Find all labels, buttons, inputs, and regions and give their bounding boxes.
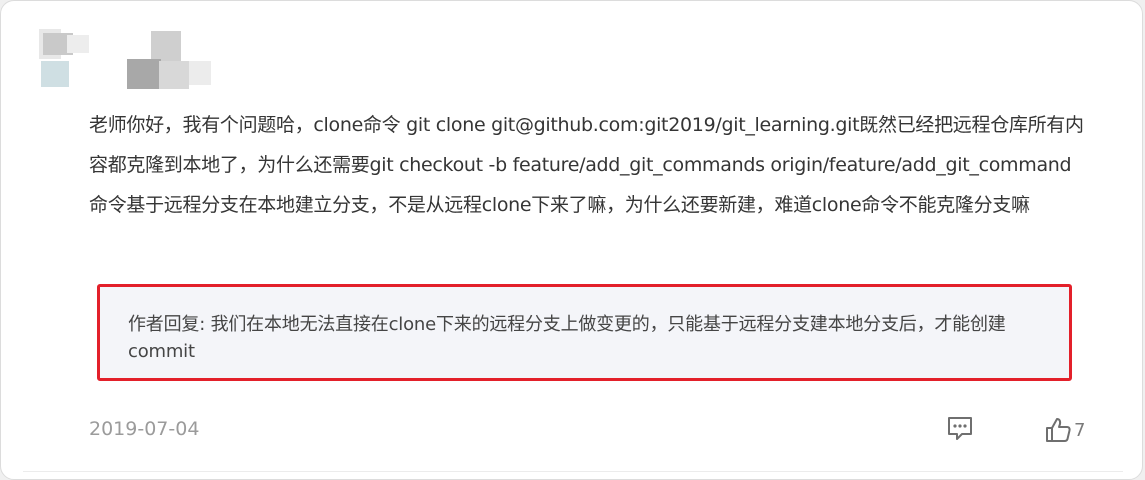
comment-bubble-icon [948, 417, 972, 440]
divider [23, 471, 1123, 472]
author-reply-text: 作者回复: 我们在本地无法直接在clone下来的远程分支上做变更的，只能基于远程… [128, 314, 1006, 362]
comment-date: 2019-07-04 [89, 418, 200, 440]
avatar [39, 29, 214, 91]
comment-text: 老师你好，我有个问题哈，clone命令 git clone git@github… [89, 114, 1084, 216]
comment-card: 老师你好，我有个问题哈，clone命令 git clone git@github… [0, 0, 1143, 480]
like-button[interactable]: 7 [1044, 415, 1085, 445]
like-count: 7 [1074, 419, 1086, 441]
author-reply-box: 作者回复: 我们在本地无法直接在clone下来的远程分支上做变更的，只能基于远程… [97, 284, 1072, 381]
thumbs-up-icon [1046, 418, 1071, 442]
reply-button[interactable] [945, 414, 975, 444]
